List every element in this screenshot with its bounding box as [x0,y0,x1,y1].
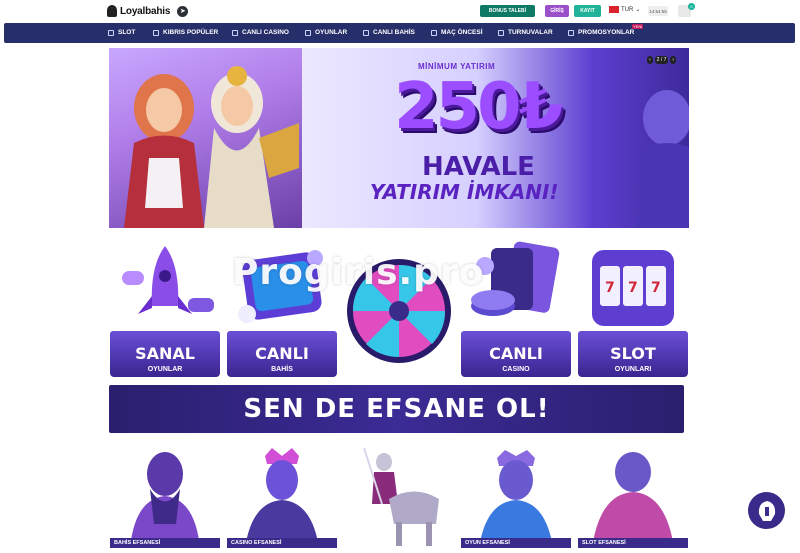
slider-next-button[interactable]: › [670,56,677,64]
cards-icon [232,29,238,36]
telegram-icon[interactable]: ➤ [177,5,189,17]
slider-counter: 2 / 7 [654,56,669,64]
banner-characters-image[interactable] [109,48,302,228]
rocket-icon [122,246,214,314]
legend-card-oyun[interactable]: OYUN EFSANESİ [461,444,571,548]
category-card-slot[interactable]: 7 7 7 SLOT OYUNLARI [578,236,688,377]
statue-illustration [637,90,689,228]
legend-card-label: SLOT EFSANESİ [578,538,688,548]
svg-text:7: 7 [651,280,661,296]
category-title: CANLI [255,344,309,363]
legend-card-knight[interactable] [344,444,454,548]
gods-illustration [124,66,299,228]
logo-text: Loyalbahis [120,5,171,17]
site-logo[interactable]: Loyalbahis ➤ [107,4,189,18]
chevron-down-icon: ⌄ [635,7,641,13]
nav-item-mac-oncesi[interactable]: MAÇ ÖNCESİ [431,29,483,36]
nav-item-canli-bahis[interactable]: CANLI BAHİS [363,29,415,36]
banner-tagline: YATIRIM İMKANI! [370,180,559,204]
legend-banner-title: SEN DE EFSANE OL! [243,394,550,424]
bonus-request-button[interactable]: BONUS TALEBİ [480,5,535,17]
gamepad-icon [305,29,311,36]
spartan-helmet-icon [758,500,775,521]
nav-item-canli-casino[interactable]: CANLI CASINO [232,29,289,36]
legend-card-label: BAHİS EFSANESİ [110,538,220,548]
legend-card-label: CASINO EFSANESİ [227,538,337,548]
queen-bust-icon [245,448,319,548]
svg-text:7: 7 [628,280,638,296]
language-label: TUR [621,6,634,13]
slot-machine-icon: 7 7 7 [592,250,674,326]
trophy-icon [498,29,504,36]
category-title: SANAL [135,344,195,363]
category-subtitle: OYUNLARI [614,366,652,373]
helmet-logo-icon [107,5,117,17]
turkey-flag-icon [609,6,619,13]
legend-card-slot[interactable]: SLOT EFSANESİ [578,444,688,548]
slot-icon [108,29,114,36]
category-title: CANLI [489,344,543,363]
banner-amount: 250₺ [394,70,563,144]
ball-icon [363,29,369,36]
legend-card-casino[interactable]: CASINO EFSANESİ [227,444,337,548]
category-subtitle: CASINO [502,366,530,373]
top-bar: Loyalbahis ➤ BONUS TALEBİ GİRİŞ KAYIT TU… [0,0,800,22]
legend-card-label: OYUN EFSANESİ [461,538,571,548]
category-title: SLOT [610,344,656,363]
nav-item-slot[interactable]: SLOT [108,29,135,36]
legend-banner[interactable]: SEN DE EFSANE OL! [109,385,684,433]
knight-statue-icon [363,447,439,546]
floating-support-button[interactable] [748,492,785,529]
nav-item-kibris-populer[interactable]: KIBRIS POPÜLER [153,29,218,36]
legend-card-bahis[interactable]: BAHİS EFSANESİ [110,444,220,548]
category-subtitle: OYUNLAR [147,366,183,373]
svg-text:7: 7 [605,280,615,296]
register-button[interactable]: KAYIT [574,5,601,17]
nav-item-turnuvalar[interactable]: TURNUVALAR [498,29,553,36]
slider-controls: ‹ 2 / 7 › [647,56,677,64]
zeus-bust-icon [130,452,200,548]
new-badge: YENİ [632,24,644,29]
language-selector[interactable]: TUR ⌄ [609,6,640,13]
slider-prev-button[interactable]: ‹ [647,56,653,64]
calendar-icon [431,29,437,36]
clock-display: 14:54:55 [648,6,668,16]
login-button[interactable]: GİRİŞ [545,5,569,17]
watermark-text: Progiris.pro [232,252,485,293]
emperor-bust-icon [592,452,674,548]
banner-deposit-promo[interactable]: MİNİMUM YATIRIM 250₺ HAVALE YATIRIM İMKA… [302,48,689,228]
banner-havale: HAVALE [422,152,535,182]
poseidon-bust-icon [479,450,553,548]
category-subtitle: BAHİS [271,366,293,373]
gift-icon [568,29,574,36]
notification-badge: 0 [688,3,695,10]
nav-item-oyunlar[interactable]: OYUNLAR [305,29,347,36]
star-icon [153,29,159,36]
category-card-sanal[interactable]: SANAL OYUNLAR [110,236,220,377]
nav-item-promosyonlar[interactable]: PROMOSYONLAR [568,29,634,36]
